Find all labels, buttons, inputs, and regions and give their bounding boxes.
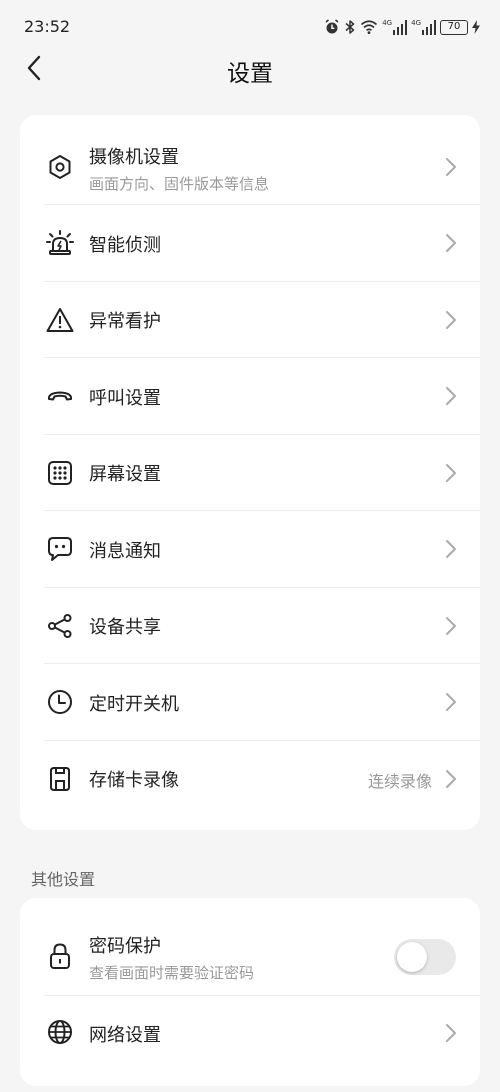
settings-item-call-settings[interactable]: 呼叫设置 <box>20 358 480 435</box>
settings-item-label: 异常看护 <box>89 311 161 332</box>
settings-item-subtitle: 画面方向、固件版本等信息 <box>89 175 270 193</box>
signal-icon: 4G <box>411 18 436 36</box>
settings-item-password-protection: 密码保护 查看画面时需要验证密码 <box>20 898 480 996</box>
chevron-right-icon <box>446 234 456 252</box>
keypad-grid-icon <box>46 459 74 487</box>
settings-item-label: 网络设置 <box>89 1025 161 1046</box>
settings-item-message-notification[interactable]: 消息通知 <box>20 511 480 588</box>
settings-item-device-sharing[interactable]: 设备共享 <box>20 588 480 664</box>
settings-item-sd-card-recording[interactable]: 存储卡录像 连续录像 <box>20 741 480 817</box>
charging-icon <box>472 18 480 36</box>
settings-item-smart-detection[interactable]: 智能侦测 <box>20 205 480 282</box>
password-protection-toggle[interactable] <box>394 939 456 975</box>
settings-item-label: 密码保护 <box>89 936 161 957</box>
globe-icon <box>46 1018 74 1046</box>
other-settings-card: 密码保护 查看画面时需要验证密码 网络设置 <box>20 898 480 1086</box>
chevron-right-icon <box>446 617 456 635</box>
phone-hangup-icon <box>46 382 74 410</box>
main-settings-card: 摄像机设置 画面方向、固件版本等信息 智能侦测 异常看护 呼叫设置 屏幕设置 消… <box>20 115 480 830</box>
settings-item-label: 智能侦测 <box>89 235 161 256</box>
chevron-right-icon <box>446 464 456 482</box>
status-icons: 4G 4G 70 <box>324 17 480 37</box>
page-title: 设置 <box>227 61 273 87</box>
settings-item-subtitle: 查看画面时需要验证密码 <box>89 964 255 982</box>
chevron-right-icon <box>446 387 456 405</box>
settings-item-label: 定时开关机 <box>89 694 179 715</box>
status-time: 23:52 <box>24 17 71 36</box>
settings-item-camera[interactable]: 摄像机设置 画面方向、固件版本等信息 <box>20 115 480 205</box>
settings-item-network-settings[interactable]: 网络设置 <box>20 996 480 1086</box>
alarm-light-icon <box>46 229 74 257</box>
section-title-other: 其他设置 <box>31 870 96 889</box>
settings-item-value: 连续录像 <box>367 772 432 791</box>
sd-card-icon <box>46 765 74 793</box>
chat-bubble-icon <box>46 535 74 563</box>
chevron-right-icon <box>446 540 456 558</box>
chevron-right-icon <box>446 770 456 788</box>
share-icon <box>46 612 74 640</box>
clock-icon <box>46 688 74 716</box>
network-type-label: 4G <box>382 19 393 27</box>
settings-item-label: 屏幕设置 <box>89 464 161 485</box>
toggle-knob <box>397 942 427 972</box>
hexagon-gear-icon <box>46 153 74 181</box>
nav-bar: 设置 <box>0 44 500 92</box>
chevron-right-icon <box>446 158 456 176</box>
chevron-right-icon <box>446 311 456 329</box>
battery-level: 70 <box>440 19 468 35</box>
bluetooth-icon <box>344 18 356 36</box>
battery-icon: 70 <box>440 18 468 36</box>
settings-item-label: 消息通知 <box>89 541 161 562</box>
settings-item-label: 设备共享 <box>89 617 161 638</box>
wifi-icon <box>360 18 378 36</box>
settings-item-screen-settings[interactable]: 屏幕设置 <box>20 435 480 511</box>
settings-item-label: 呼叫设置 <box>89 388 161 409</box>
chevron-right-icon <box>446 1024 456 1042</box>
settings-item-scheduled-power[interactable]: 定时开关机 <box>20 664 480 741</box>
settings-item-label: 摄像机设置 <box>89 147 179 168</box>
chevron-right-icon <box>446 693 456 711</box>
settings-item-label: 存储卡录像 <box>89 770 179 791</box>
alarm-icon <box>324 18 340 36</box>
settings-item-abnormal-care[interactable]: 异常看护 <box>20 282 480 358</box>
lock-icon <box>46 942 74 970</box>
signal-icon: 4G <box>382 18 408 36</box>
warning-icon <box>46 306 74 334</box>
network-type-label: 4G <box>411 19 421 27</box>
